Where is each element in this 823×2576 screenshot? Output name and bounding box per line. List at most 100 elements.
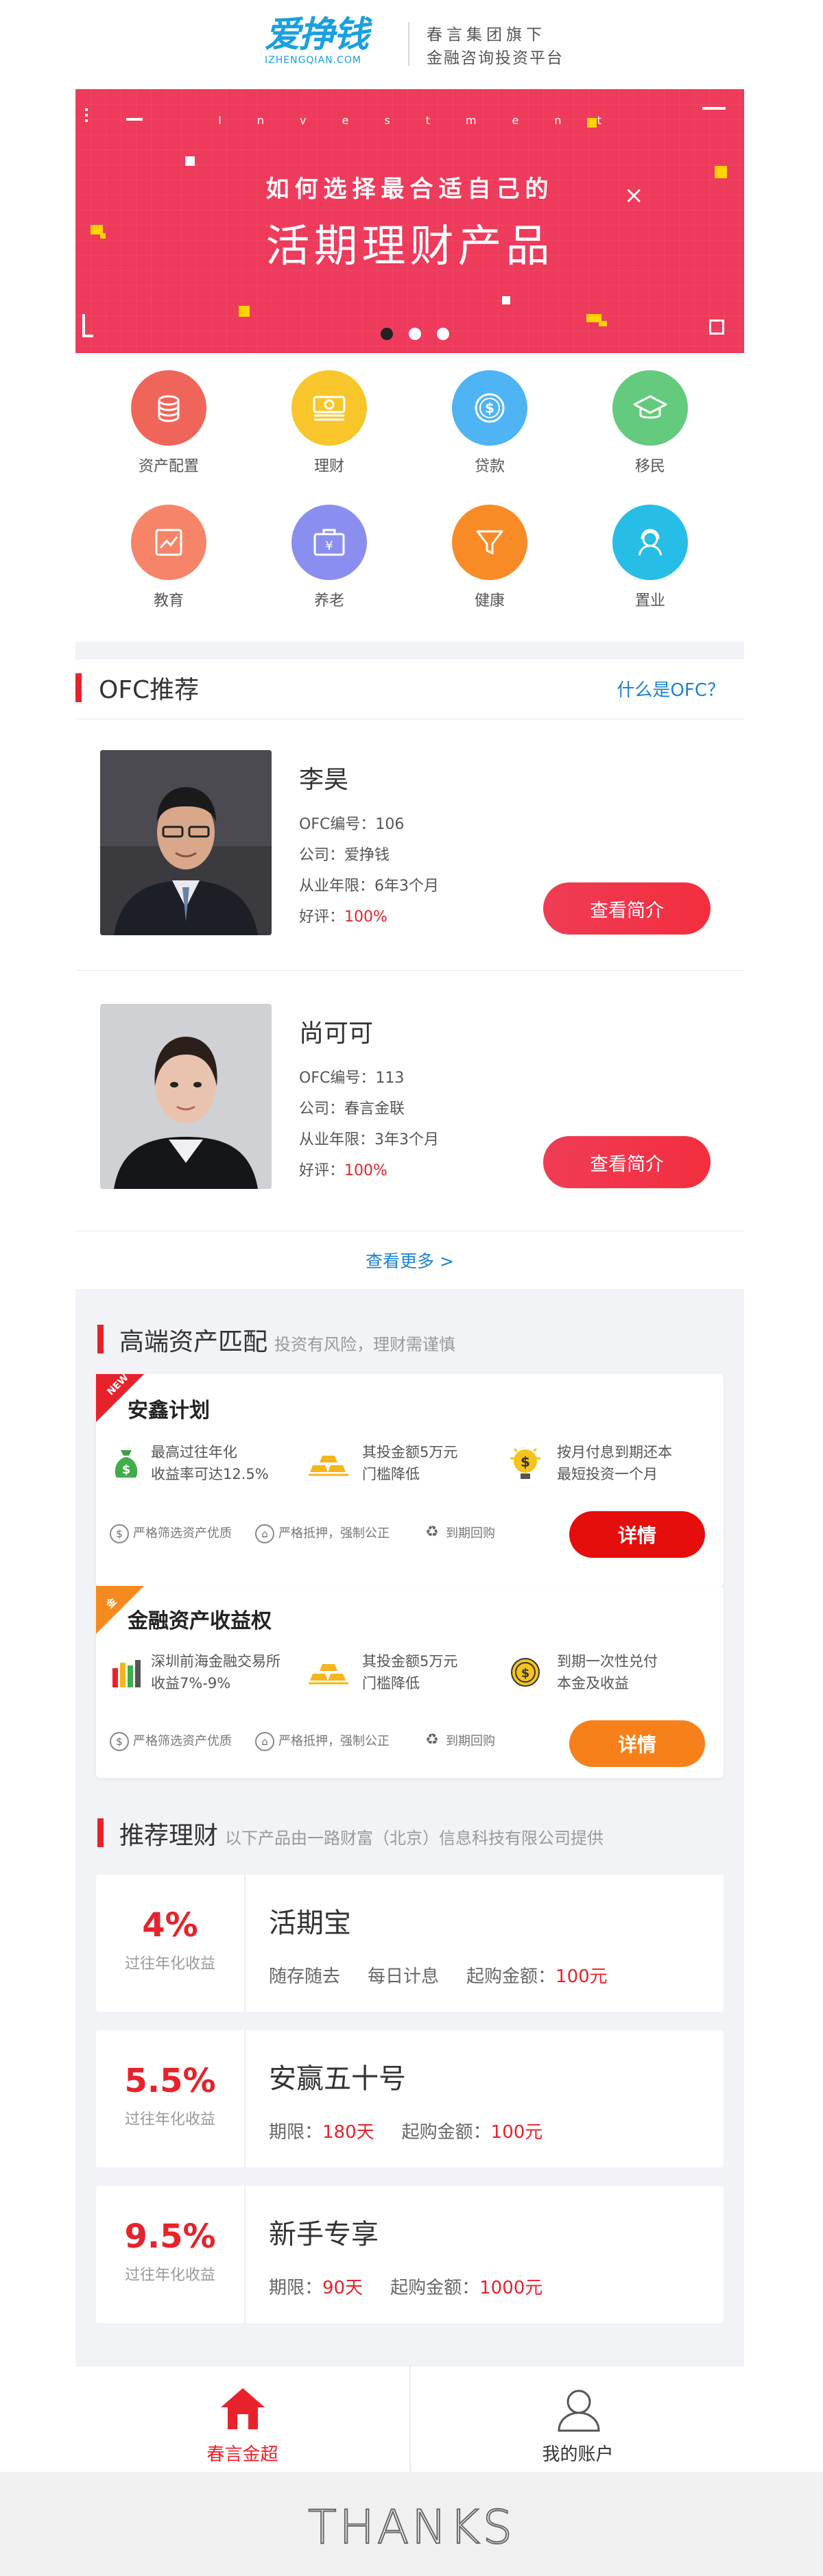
section-marker <box>97 1818 104 1847</box>
banner-eyebrow: Investment <box>218 114 637 127</box>
slogan-line-1: 春言集团旗下 <box>427 26 546 44</box>
category-label: 贷款 <box>474 458 505 475</box>
company-label: 公司： <box>299 847 345 864</box>
company-label: 公司： <box>299 1100 345 1118</box>
feature-line: 最短投资一个月 <box>557 1466 658 1482</box>
feature-line: 收益率可达12.5% <box>151 1466 269 1482</box>
category-health[interactable]: 健康 <box>442 505 538 610</box>
product-card[interactable]: 4% 过往年化收益 活期宝 随存随去 每日计息 起购金额：100元 <box>96 1875 724 2012</box>
plan-name: 安鑫计划 <box>128 1399 210 1423</box>
category-immigration[interactable]: 移民 <box>602 370 698 476</box>
feature-line: 按月付息到期还本 <box>557 1444 672 1460</box>
guarantee-item: $ 严格筛选资产优质 <box>110 1731 232 1751</box>
advisor-rating: 100% <box>344 908 387 926</box>
category-loan[interactable]: $ 贷款 <box>442 370 538 476</box>
plan-card[interactable]: 金 金融资产收益权 深圳前海金融交易所 收益7%-9% 其投金额5万元 门槛降低… <box>96 1586 724 1778</box>
money-stack-icon <box>291 370 367 446</box>
home-icon <box>221 2388 265 2429</box>
provider-note: 以下产品由一路财富（北京）信息科技有限公司提供 <box>225 1829 604 1848</box>
product-card[interactable]: 9.5% 过往年化收益 新手专享 期限：90天 起购金额：1000元 <box>96 2186 724 2323</box>
recommend-section-title: 推荐理财 以下产品由一路财富（北京）信息科技有限公司提供 <box>119 1816 604 1851</box>
tab-account[interactable]: 我的账户 <box>411 2366 745 2472</box>
rate-label: 过往年化收益 <box>124 2111 215 2128</box>
tab-label: 春言金超 <box>206 2444 278 2465</box>
guarantee-item: ⌂ 严格抵押，强制公正 <box>255 1731 390 1751</box>
risk-note: 投资有风险，理财需谨慎 <box>274 1335 456 1354</box>
category-label: 资产配置 <box>138 458 199 475</box>
product-details: 期限：180天 起购金额：100元 <box>269 2122 543 2143</box>
agent-icon <box>612 505 688 580</box>
details-button[interactable]: 详情 <box>569 1511 705 1558</box>
guarantee-item: ⌂ 严格抵押，强制公正 <box>255 1524 390 1543</box>
chart-icon <box>131 505 206 580</box>
banner-title: 活期理财产品 <box>265 221 554 272</box>
slogan: 春言集团旗下 金融咨询投资平台 <box>427 23 564 70</box>
logo[interactable]: 爱挣钱 IZHENGQIAN.COM <box>265 15 369 66</box>
promo-banner[interactable]: × Investment 如何选择最合适自己的 活期理财产品 <box>75 89 744 353</box>
view-profile-button[interactable]: 查看简介 <box>543 1136 711 1188</box>
category-property[interactable]: 置业 <box>602 505 698 610</box>
advisor-id: 106 <box>375 816 405 833</box>
recycle-icon: ♻ <box>425 1524 439 1541</box>
coins-icon <box>131 370 206 446</box>
section-marker <box>97 1325 104 1353</box>
banner-subtitle: 如何选择最合适自己的 <box>265 176 554 203</box>
slogan-line-2: 金融咨询投资平台 <box>427 49 564 67</box>
section-marker <box>75 673 82 702</box>
user-icon <box>558 2390 600 2432</box>
decor <box>82 314 85 337</box>
carousel-dot-1[interactable] <box>381 328 393 340</box>
carousel-dot-3[interactable] <box>437 328 449 340</box>
feature-line: 深圳前海金融交易所 <box>151 1653 281 1670</box>
gold-bars-icon <box>309 1664 348 1685</box>
what-is-ofc-link[interactable]: 什么是OFC？ <box>617 676 725 701</box>
rating-label: 好评： <box>299 908 345 926</box>
product-name: 新手专享 <box>269 2219 379 2250</box>
carousel-dot-2[interactable] <box>409 328 421 340</box>
id-label: OFC编号： <box>299 1070 376 1087</box>
thanks-text: THANKS <box>307 2500 515 2555</box>
decor <box>85 108 88 111</box>
decor <box>185 156 195 166</box>
plan-feature: 按月付息到期还本 最短投资一个月 <box>557 1441 672 1485</box>
guarantee-item: ♻ 到期回购 <box>422 1524 495 1543</box>
advisor-name: 李昊 <box>299 766 349 794</box>
years-label: 从业年限： <box>299 1131 375 1148</box>
divider <box>408 22 409 66</box>
products-section: 高端资产匹配 投资有风险，理财需谨慎 NEW 安鑫计划 $ 最高过往年化 收益率可… <box>75 1289 744 2366</box>
header: 爱挣钱 IZHENGQIAN.COM 春言集团旗下 金融咨询投资平台 <box>75 0 744 89</box>
advisor-name: 尚可可 <box>299 1020 374 1048</box>
category-education[interactable]: 教育 <box>121 505 217 610</box>
plan-feature: 到期一次性兑付 本金及收益 <box>557 1650 658 1694</box>
category-asset-allocation[interactable]: 资产配置 <box>121 370 217 476</box>
tab-home[interactable]: 春言金超 <box>75 2366 409 2472</box>
advisor-photo <box>100 750 272 935</box>
category-pension[interactable]: ¥ 养老 <box>281 505 377 610</box>
view-more-link[interactable]: 查看更多 > <box>75 1248 744 1273</box>
details-button[interactable]: 详情 <box>569 1720 705 1767</box>
category-label: 教育 <box>153 592 184 610</box>
svg-text:$: $ <box>122 1462 131 1477</box>
advisor-years: 6年3个月 <box>374 878 440 895</box>
gold-bars-icon <box>309 1456 348 1476</box>
feature-line: 门槛降低 <box>362 1466 420 1482</box>
view-profile-button[interactable]: 查看简介 <box>543 882 711 935</box>
advisor-rating: 100% <box>344 1162 387 1179</box>
lock-icon: ⌂ <box>255 1524 274 1543</box>
product-details: 期限：90天 起购金额：1000元 <box>269 2278 543 2298</box>
category-finance[interactable]: 理财 <box>281 370 377 476</box>
bar-chart-icon <box>112 1660 141 1687</box>
funnel-icon <box>452 505 527 580</box>
decor <box>599 321 607 326</box>
advisor-id: 113 <box>375 1070 405 1087</box>
svg-text:$: $ <box>521 1666 530 1681</box>
mobile-page: 爱挣钱 IZHENGQIAN.COM 春言集团旗下 金融咨询投资平台 × Inv… <box>75 0 744 2472</box>
plan-feature: 最高过往年化 收益率可达12.5% <box>151 1441 269 1485</box>
category-grid: 资产配置 理财 $ 贷款 移民 教育 ¥ 养老 健康 置业 <box>75 370 744 638</box>
product-name: 活期宝 <box>269 1907 351 1939</box>
feature-line: 收益7%-9% <box>151 1675 231 1692</box>
product-card[interactable]: 5.5% 过往年化收益 安赢五十号 期限：180天 起购金额：100元 <box>96 2030 724 2167</box>
feature-line: 其投金额5万元 <box>362 1444 458 1460</box>
plan-card[interactable]: NEW 安鑫计划 $ 最高过往年化 收益率可达12.5% 其投金额5万元 门槛降… <box>96 1374 724 1587</box>
rate-block: 9.5% 过往年化收益 <box>96 2186 246 2323</box>
